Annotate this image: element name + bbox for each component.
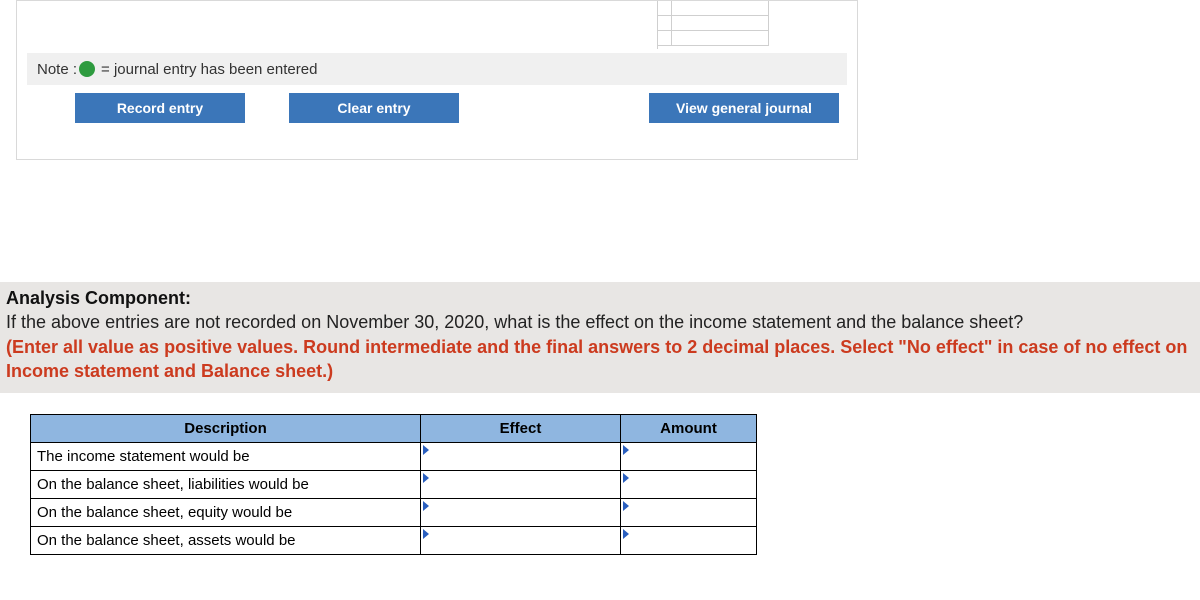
effect-cell[interactable] xyxy=(421,527,621,555)
note-text: = journal entry has been entered xyxy=(101,61,317,78)
clear-entry-button[interactable]: Clear entry xyxy=(289,93,459,123)
header-description: Description xyxy=(31,415,421,443)
table-row: On the balance sheet, liabilities would … xyxy=(31,471,757,499)
entered-indicator-icon xyxy=(79,61,95,77)
dropdown-icon xyxy=(423,473,429,483)
amount-cell[interactable] xyxy=(621,443,757,471)
row-description: On the balance sheet, equity would be xyxy=(31,499,421,527)
table-row: The income statement would be xyxy=(31,443,757,471)
dropdown-icon xyxy=(423,445,429,455)
dropdown-icon xyxy=(423,501,429,511)
effect-cell[interactable] xyxy=(421,471,621,499)
journal-grid-fragment xyxy=(657,1,769,49)
effect-cell[interactable] xyxy=(421,499,621,527)
header-effect: Effect xyxy=(421,415,621,443)
view-general-journal-button[interactable]: View general journal xyxy=(649,93,839,123)
row-description: The income statement would be xyxy=(31,443,421,471)
amount-cell[interactable] xyxy=(621,499,757,527)
dropdown-icon xyxy=(423,529,429,539)
analysis-question: If the above entries are not recorded on… xyxy=(6,310,1194,334)
amount-cell[interactable] xyxy=(621,527,757,555)
analysis-heading: Analysis Component: xyxy=(6,286,1194,310)
row-description: On the balance sheet, liabilities would … xyxy=(31,471,421,499)
analysis-component: Analysis Component: If the above entries… xyxy=(0,282,1200,393)
dropdown-icon xyxy=(623,473,629,483)
effects-table: Description Effect Amount The income sta… xyxy=(30,414,757,555)
record-entry-button[interactable]: Record entry xyxy=(75,93,245,123)
header-amount: Amount xyxy=(621,415,757,443)
dropdown-icon xyxy=(623,501,629,511)
analysis-instruction: (Enter all value as positive values. Rou… xyxy=(6,335,1194,384)
amount-cell[interactable] xyxy=(621,471,757,499)
table-row: On the balance sheet, equity would be xyxy=(31,499,757,527)
dropdown-icon xyxy=(623,445,629,455)
dropdown-icon xyxy=(623,529,629,539)
effect-cell[interactable] xyxy=(421,443,621,471)
table-header-row: Description Effect Amount xyxy=(31,415,757,443)
journal-entry-panel: Note : = journal entry has been entered … xyxy=(16,0,858,160)
note-label: Note : xyxy=(37,61,77,78)
table-row: On the balance sheet, assets would be xyxy=(31,527,757,555)
note-bar: Note : = journal entry has been entered xyxy=(27,53,847,85)
row-description: On the balance sheet, assets would be xyxy=(31,527,421,555)
